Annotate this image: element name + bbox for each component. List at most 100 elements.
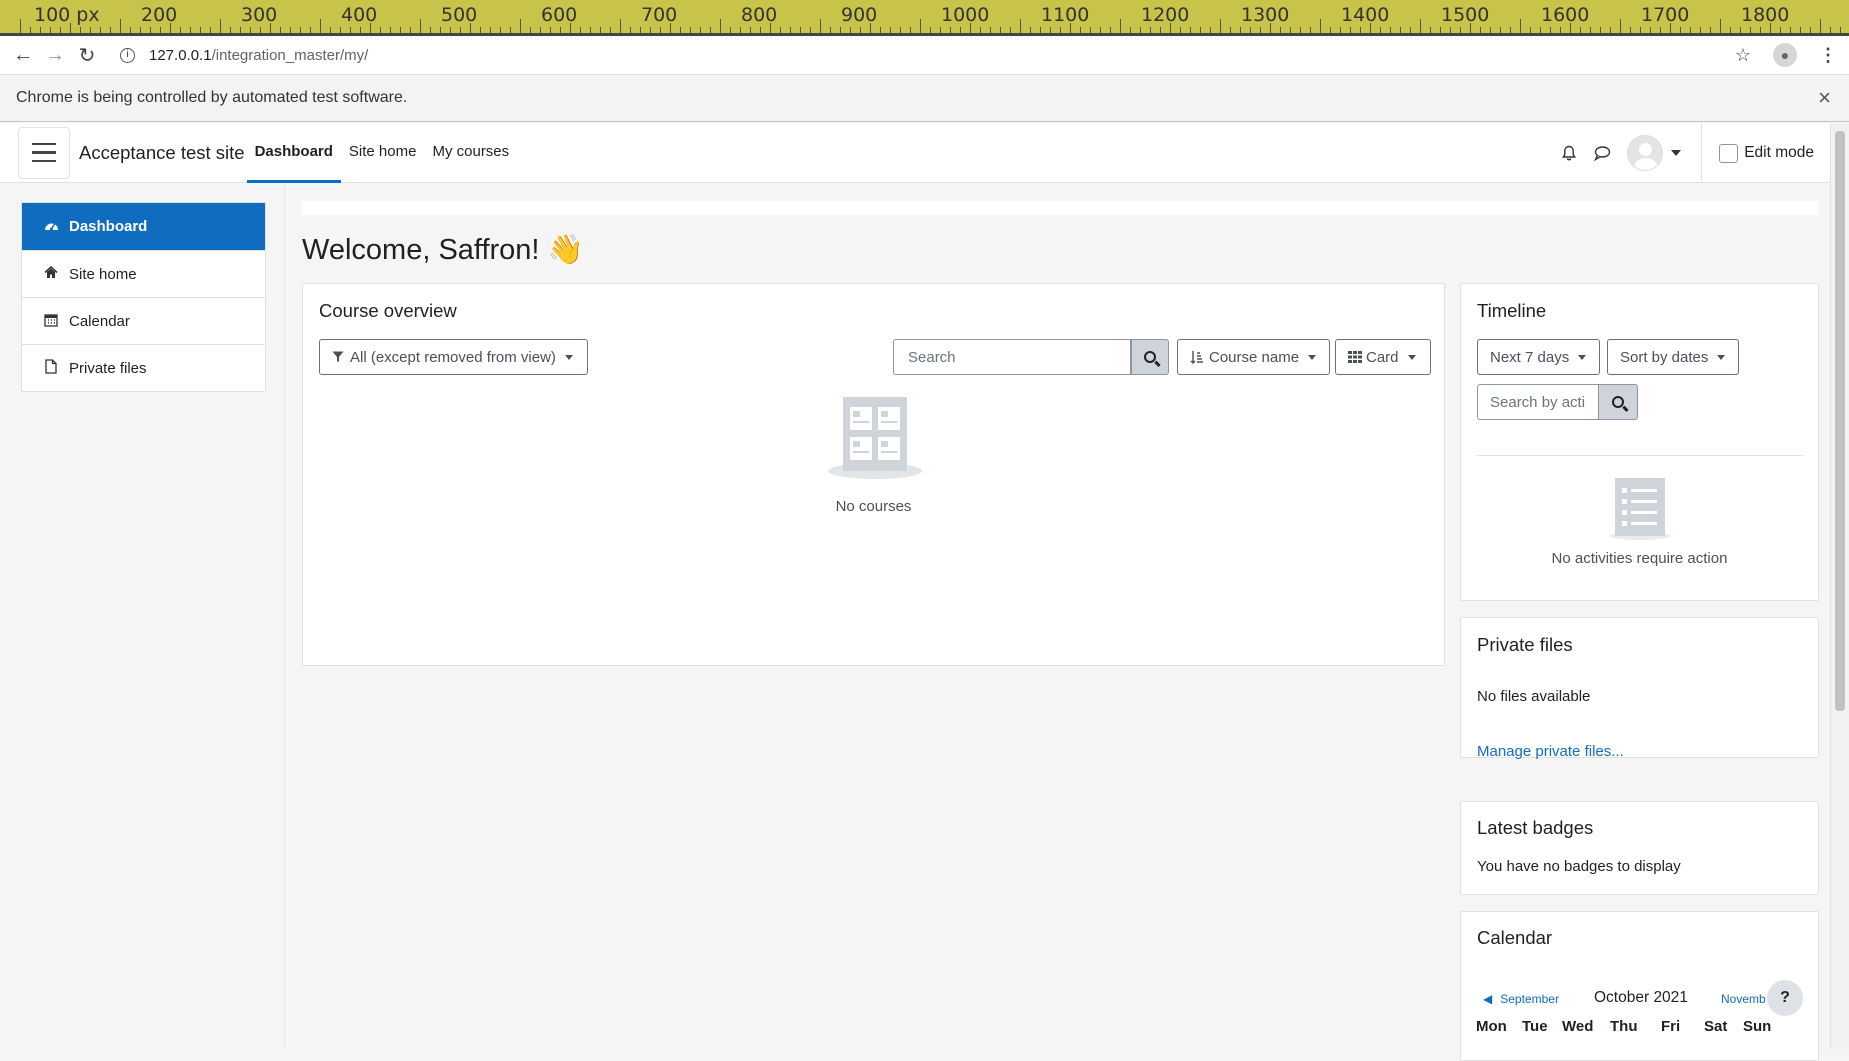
- ruler-tick: [810, 27, 811, 33]
- ruler-tick: [1410, 27, 1411, 33]
- ruler-tick: [310, 27, 311, 33]
- back-arrow-icon[interactable]: ←: [10, 42, 36, 68]
- ruler-label: 1300: [1241, 4, 1290, 26]
- close-icon[interactable]: ×: [1818, 85, 1831, 111]
- drawer-item-site-home[interactable]: Site home: [22, 250, 265, 297]
- no-badges-text: You have no badges to display: [1477, 858, 1681, 875]
- bell-icon[interactable]: [1561, 145, 1577, 162]
- manage-private-files-link[interactable]: Manage private files...: [1477, 743, 1624, 760]
- ruler-label: 500: [441, 4, 478, 26]
- ruler-tick: [220, 19, 221, 33]
- calendar-icon: [43, 313, 59, 330]
- help-button[interactable]: ?: [1767, 980, 1803, 1016]
- timeline-sort-dropdown[interactable]: Sort by dates: [1607, 339, 1739, 375]
- ruler-tick: [1550, 27, 1551, 33]
- calendar-next-month-link[interactable]: Novemb: [1721, 992, 1766, 1006]
- ruler-tick: [1040, 27, 1041, 33]
- ruler-tick: [230, 27, 231, 33]
- drawer-item-private-files[interactable]: Private files: [22, 344, 265, 391]
- ruler-tick: [1000, 27, 1001, 33]
- ruler-tick: [1350, 27, 1351, 33]
- drawer-item-label: Site home: [69, 265, 137, 283]
- nav-dashboard[interactable]: Dashboard: [246, 123, 341, 183]
- profile-icon[interactable]: ●: [1773, 43, 1797, 67]
- ruler-tick: [150, 27, 151, 33]
- ruler-tick: [1240, 27, 1241, 33]
- view-mode-dropdown[interactable]: Card: [1335, 339, 1431, 375]
- ruler-tick: [1530, 27, 1531, 33]
- page-header-strip: [302, 201, 1818, 215]
- timeline-search-input[interactable]: Search by acti: [1477, 384, 1599, 420]
- ruler-tick: [1200, 27, 1201, 33]
- ruler-tick: [590, 27, 591, 33]
- ruler-tick: [890, 27, 891, 33]
- ruler-label: 1400: [1341, 4, 1390, 26]
- edit-mode-checkbox[interactable]: [1719, 143, 1739, 163]
- no-activities-illustration-icon: [1610, 478, 1670, 540]
- ruler-tick: [980, 27, 981, 33]
- ruler-tick: [1380, 27, 1381, 33]
- ruler-tick: [520, 19, 521, 33]
- forward-arrow-icon[interactable]: →: [42, 42, 68, 68]
- ruler-tick: [640, 27, 641, 33]
- ruler-tick: [850, 27, 851, 33]
- ruler-tick: [930, 27, 931, 33]
- ruler-tick: [620, 19, 621, 33]
- calendar-day-header: Mon: [1476, 1018, 1507, 1035]
- ruler-tick: [1110, 27, 1111, 33]
- ruler-tick: [1310, 27, 1311, 33]
- course-search-input[interactable]: Search: [893, 339, 1131, 375]
- ruler-tick: [1400, 27, 1401, 33]
- ruler-tick: [1050, 27, 1051, 33]
- grid-icon: [1348, 351, 1362, 363]
- timeline-search-button[interactable]: [1598, 384, 1638, 420]
- address-bar[interactable]: i 127.0.0.1/integration_master/my/: [120, 47, 368, 64]
- chat-bubble-icon[interactable]: [1593, 145, 1611, 161]
- file-icon: [43, 359, 59, 377]
- site-name[interactable]: Acceptance test site: [79, 142, 245, 164]
- nav-my-courses[interactable]: My courses: [424, 123, 517, 183]
- timeline-range-dropdown[interactable]: Next 7 days: [1477, 339, 1600, 375]
- sort-dropdown[interactable]: Course name: [1177, 339, 1330, 375]
- edit-mode-toggle[interactable]: Edit mode: [1701, 123, 1830, 183]
- ruler-tick: [1690, 27, 1691, 33]
- ruler-tick: [180, 27, 181, 33]
- search-icon: [1612, 396, 1624, 408]
- timeline-block: Timeline Next 7 days Sort by dates Searc…: [1460, 283, 1819, 601]
- scrollbar-thumb[interactable]: [1835, 131, 1845, 711]
- ruler-tick: [1460, 27, 1461, 33]
- chevron-down-icon: [1407, 354, 1416, 360]
- pixel-ruler: 100 px 200 300 400 500 600 700 800 900 1000 1100 12…: [0, 0, 1849, 36]
- kebab-menu-icon[interactable]: ⋮: [1819, 45, 1837, 66]
- ruler-tick: [400, 27, 401, 33]
- drawer-toggle-button[interactable]: [18, 126, 70, 179]
- automation-infobar: Chrome is being controlled by automated …: [0, 75, 1849, 122]
- ruler-tick: [130, 27, 131, 33]
- course-search-button[interactable]: [1131, 339, 1169, 375]
- ruler-tick: [1170, 23, 1171, 33]
- chevron-down-icon[interactable]: [1671, 150, 1682, 156]
- ruler-tick: [1680, 27, 1681, 33]
- page-scrollbar[interactable]: [1830, 123, 1849, 1049]
- calendar-prev-month-link[interactable]: ◀ September: [1483, 992, 1559, 1006]
- nav-site-home[interactable]: Site home: [341, 123, 425, 183]
- reload-icon[interactable]: ↻: [74, 42, 100, 68]
- ruler-tick: [950, 27, 951, 33]
- ruler-tick: [920, 19, 921, 33]
- grouping-filter-dropdown[interactable]: All (except removed from view): [319, 339, 588, 375]
- chevron-down-icon: [1717, 354, 1726, 360]
- divider: [1477, 455, 1803, 456]
- dashboard-icon: [43, 219, 59, 235]
- ruler-tick: [790, 27, 791, 33]
- ruler-label: 600: [541, 4, 578, 26]
- site-navbar: Acceptance test site Dashboard Site home…: [0, 123, 1830, 183]
- main-region: Welcome, Saffron! 👋 Course overview All …: [285, 183, 1830, 1061]
- drawer-item-calendar[interactable]: Calendar: [22, 297, 265, 344]
- ruler-tick: [730, 27, 731, 33]
- star-icon[interactable]: ☆: [1735, 45, 1751, 66]
- user-avatar[interactable]: [1627, 135, 1664, 171]
- info-icon[interactable]: i: [120, 47, 135, 63]
- drawer-item-dashboard[interactable]: Dashboard: [22, 203, 265, 250]
- ruler-tick: [1070, 23, 1071, 33]
- ruler-tick: [360, 27, 361, 33]
